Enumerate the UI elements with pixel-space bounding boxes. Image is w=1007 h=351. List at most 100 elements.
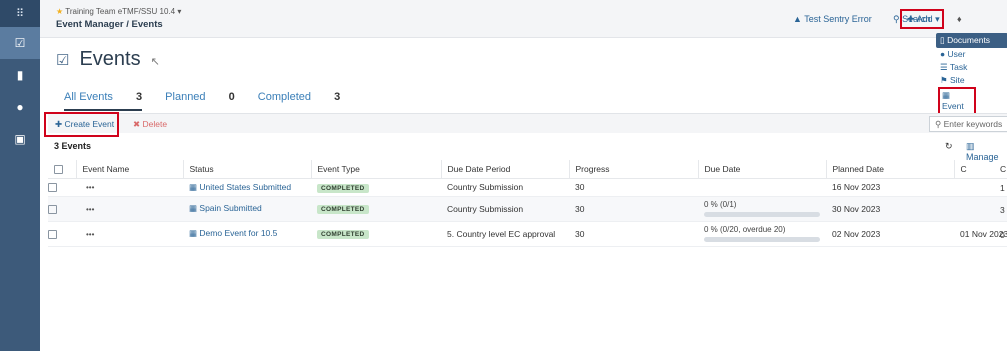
nav-copy-icon[interactable]: ▣ [0,123,40,155]
row-checkbox[interactable] [48,204,57,214]
event-name-cell: ▦ Spain Submitted [183,196,311,222]
search-icon: ⚲ [935,119,942,129]
bell-icon[interactable]: ♦ [957,14,962,24]
breadcrumb: Event Manager / Events [56,19,163,30]
manage-columns-button[interactable]: ▥ Manage [966,141,1007,162]
site-icon: ⚑ [940,75,948,85]
test-sentry-error-link[interactable]: ▲ Test Sentry Error [793,14,872,24]
due-date-cell: 30 Nov 2023 [826,196,954,222]
calendar-icon: ▦ [189,181,198,192]
row-select-cell [48,178,76,197]
overflow-cell: 1 [1000,183,1005,193]
nav-events-calendar-icon[interactable]: ☑ [0,27,40,59]
user-icon: ● [940,49,946,59]
tab-planned[interactable]: Planned 0 [165,91,235,103]
table-row[interactable]: ••• ▦ United States Submitted COMPLETED … [48,178,1007,197]
overflow-cell: 3 [1000,205,1005,215]
events-table: Event Name Status Event Type Due Date Pe… [48,160,1007,247]
event-link[interactable]: ▦ United States Submitted [189,182,291,192]
mouse-cursor-icon: ↖ [150,56,160,68]
apps-grid-icon[interactable]: ⠿ [0,0,40,27]
table-row[interactable]: ••• ▦ Demo Event for 10.5 COMPLETED 5. C… [48,221,1007,247]
row-select-cell [48,196,76,222]
menu-item-documents[interactable]: ▯ Documents [936,33,1007,48]
warning-icon: ▲ [793,14,802,24]
column-header[interactable]: Due Date [698,160,827,179]
progress-cell: 0 % (0/20, overdue 20) [698,221,826,247]
event-type-cell: 5. Country level EC approval [441,221,569,247]
progress-text: 0 % (0/1) [704,200,737,209]
calendar-icon: ▦ [942,90,951,100]
menu-item-site[interactable]: ⚑ Site [936,74,1007,87]
page-title: Events [79,48,141,70]
calendar-check-icon: ☑ [56,52,70,69]
row-actions-icon[interactable]: ••• [86,205,94,214]
status-badge: COMPLETED [317,183,369,193]
plus-icon: ✚ [907,14,915,24]
tab-completed[interactable]: Completed 3 [258,91,340,103]
row-actions-icon[interactable]: ••• [86,230,94,239]
select-all-checkbox[interactable] [54,164,63,174]
delete-button[interactable]: ✖ Delete [133,119,167,130]
due-period-cell: 30 [569,178,698,197]
row-select-cell [48,221,76,247]
progress-bar [704,237,820,242]
column-header[interactable]: Due Date Period [441,160,570,179]
column-header[interactable]: Event Name [76,160,184,179]
nav-play-icon[interactable]: ● [0,91,40,123]
progress-cell: 0 % (0/1) [698,196,826,222]
columns-icon: ▥ [966,141,975,151]
refresh-icon[interactable]: ↻ [945,141,953,152]
screen: ⠿ ☑ ▮ ● ▣ ★ Training Team eTMF/SSU 10.4 … [0,0,1007,351]
top-bar: ★ Training Team eTMF/SSU 10.4 ▾ Event Ma… [40,0,1007,38]
overflow-cell: 0 [1000,230,1005,240]
column-header: C [1000,164,1007,174]
row-checkbox[interactable] [48,229,57,239]
status-badge: COMPLETED [317,230,369,239]
event-type-cell: Country Submission [441,196,569,222]
action-bar [48,114,1007,133]
row-menu-cell: ••• [76,196,183,222]
menu-item-event[interactable]: ▦ Event [938,87,976,115]
project-label: Training Team eTMF/SSU 10.4 [65,7,176,16]
nav-documents-icon[interactable]: ▮ [0,59,40,91]
column-header[interactable]: Progress [569,160,699,179]
select-all-column [48,160,77,179]
chevron-down-icon: ▾ [177,7,182,16]
task-list-icon: ☰ [940,62,948,72]
close-icon: ✖ [133,119,141,129]
event-link[interactable]: ▦ Spain Submitted [189,203,262,213]
menu-item-task[interactable]: ☰ Task [936,61,1007,74]
project-switcher[interactable]: ★ Training Team eTMF/SSU 10.4 ▾ [56,7,181,16]
page-heading: ☑ Events ↖ [56,48,160,71]
tab-all-events[interactable]: All Events 3 [64,91,143,111]
add-button[interactable]: ✚ Add ▾ [900,9,944,29]
star-icon[interactable]: ★ [56,7,63,16]
column-header[interactable]: Event Type [311,160,442,179]
row-actions-icon[interactable]: ••• [86,183,94,192]
chevron-down-icon: ▾ [935,14,940,24]
event-name-cell: ▦ United States Submitted [183,178,311,197]
document-icon: ▯ [940,35,945,45]
create-event-button[interactable]: ✚ Create Event [44,112,119,137]
column-header[interactable]: Planned Date [826,160,955,179]
row-menu-cell: ••• [76,221,183,247]
due-period-cell: 30 [569,221,698,247]
progress-text: 0 % (0/20, overdue 20) [704,225,786,234]
column-header[interactable]: Status [183,160,312,179]
due-period-cell: 30 [569,196,698,222]
overflow-column: C 1 3 0 [1000,160,1007,247]
row-checkbox[interactable] [48,183,57,193]
search-icon: ⚲ [893,14,900,24]
table-row[interactable]: ••• ▦ Spain Submitted COMPLETED Country … [48,196,1007,222]
left-sidebar: ⠿ ☑ ▮ ● ▣ [0,0,40,351]
event-type-cell: Country Submission [441,178,569,197]
status-badge: COMPLETED [317,205,369,214]
progress-cell [698,178,826,197]
add-dropdown-menu: ▯ Documents ● User ☰ Task ⚑ Site ▦ Event [936,33,1007,115]
due-date-cell: 16 Nov 2023 [826,178,954,197]
search-input[interactable]: ⚲ Enter keywords [929,116,1007,132]
menu-item-user[interactable]: ● User [936,48,1007,61]
event-link[interactable]: ▦ Demo Event for 10.5 [189,228,277,238]
status-cell: COMPLETED [311,196,441,222]
